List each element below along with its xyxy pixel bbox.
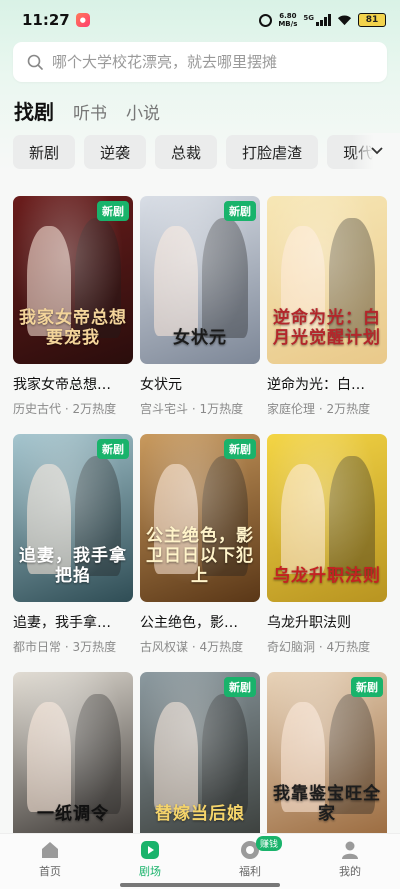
- search-input[interactable]: [52, 53, 372, 71]
- net-speed-value: 6.80: [279, 12, 297, 20]
- nav-welfare[interactable]: 福利 赚钱: [200, 834, 300, 889]
- drama-card[interactable]: 女状元 新剧女状元宫斗宅斗 · 1万热度: [140, 196, 260, 417]
- poster-title-art: 一纸调令: [37, 804, 109, 824]
- status-indicators: 6.80 MB/s 5G 81: [259, 12, 386, 28]
- content-tabs: 找剧 听书 小说: [14, 96, 160, 125]
- network-type: 5G: [303, 14, 314, 22]
- drama-poster[interactable]: 乌龙升职法则: [267, 434, 387, 602]
- app-notification-icon: ●: [75, 13, 90, 27]
- drama-meta: 都市日常 · 3万热度: [13, 640, 117, 654]
- drama-card[interactable]: 逆命为光：白月光觉醒计划逆命为光：白… 家庭伦理 · 2万热度: [267, 196, 387, 417]
- drama-title[interactable]: 公主绝色，影…: [140, 612, 260, 632]
- drama-title[interactable]: 女状元: [140, 374, 260, 394]
- net-speed-unit: MB/s: [278, 20, 298, 28]
- drama-card[interactable]: 我靠鉴宝旺全家 新剧: [267, 672, 387, 856]
- category-chip[interactable]: 新剧: [13, 135, 76, 169]
- drama-meta: 奇幻脑洞 · 4万热度: [267, 640, 371, 654]
- tab-audiobook[interactable]: 听书: [73, 99, 107, 124]
- drama-card[interactable]: 乌龙升职法则 乌龙升职法则奇幻脑洞 · 4万热度: [267, 434, 387, 655]
- drama-card[interactable]: 我家女帝总想要宠我 新剧我家女帝总想… 历史古代 · 2万热度: [13, 196, 133, 417]
- net-speed: 6.80 MB/s: [278, 12, 297, 28]
- nav-label: 剧场: [139, 865, 161, 878]
- alarm-icon: [259, 13, 273, 27]
- drama-meta: 宫斗宅斗 · 1万热度: [140, 402, 244, 416]
- new-drama-badge: 新剧: [97, 201, 129, 221]
- status-time: 11:27: [22, 11, 70, 29]
- nav-theater[interactable]: 剧场: [100, 834, 200, 889]
- nav-home[interactable]: 首页: [0, 834, 100, 889]
- drama-title[interactable]: 追妻，我手拿…: [13, 612, 133, 632]
- poster-title-art: 我靠鉴宝旺全家: [273, 784, 381, 824]
- drama-poster[interactable]: 公主绝色，影卫日日以下犯上 新剧: [140, 434, 260, 602]
- poster-title-art: 女状元: [173, 328, 227, 348]
- drama-card[interactable]: 替嫁当后娘 新剧: [140, 672, 260, 856]
- category-chip[interactable]: 打脸虐渣: [226, 135, 319, 169]
- poster-title-art: 乌龙升职法则: [273, 566, 381, 586]
- new-drama-badge: 新剧: [224, 439, 256, 459]
- drama-poster[interactable]: 逆命为光：白月光觉醒计划: [267, 196, 387, 364]
- cellular-signal-icon: 5G: [303, 14, 331, 26]
- play-icon: [141, 841, 159, 859]
- drama-meta: 历史古代 · 2万热度: [13, 402, 117, 416]
- drama-poster[interactable]: 我家女帝总想要宠我 新剧: [13, 196, 133, 364]
- search-icon: [27, 54, 43, 70]
- drama-title[interactable]: 我家女帝总想…: [13, 374, 133, 394]
- drama-card[interactable]: 公主绝色，影卫日日以下犯上 新剧公主绝色，影… 古风权谋 · 4万热度: [140, 434, 260, 655]
- category-chip[interactable]: 总裁: [155, 135, 218, 169]
- battery-icon: 81: [358, 13, 386, 27]
- new-drama-badge: 新剧: [97, 439, 129, 459]
- wifi-icon: [337, 15, 352, 26]
- tab-novel[interactable]: 小说: [126, 99, 160, 124]
- drama-poster[interactable]: 追妻，我手拿把掐 新剧: [13, 434, 133, 602]
- poster-title-art: 公主绝色，影卫日日以下犯上: [146, 526, 254, 586]
- drama-poster[interactable]: 替嫁当后娘 新剧: [140, 672, 260, 840]
- poster-title-art: 替嫁当后娘: [155, 804, 245, 824]
- user-icon: [342, 841, 358, 859]
- nav-label: 福利: [239, 865, 261, 878]
- drama-card[interactable]: 追妻，我手拿把掐 新剧追妻，我手拿… 都市日常 · 3万热度: [13, 434, 133, 655]
- new-drama-badge: 新剧: [351, 677, 383, 697]
- drama-poster[interactable]: 一纸调令: [13, 672, 133, 840]
- nav-profile[interactable]: 我的: [300, 834, 400, 889]
- drama-poster[interactable]: 我靠鉴宝旺全家 新剧: [267, 672, 387, 840]
- drama-title[interactable]: 乌龙升职法则: [267, 612, 387, 632]
- drama-poster[interactable]: 女状元 新剧: [140, 196, 260, 364]
- new-drama-badge: 新剧: [224, 201, 256, 221]
- tab-find-drama[interactable]: 找剧: [14, 96, 54, 125]
- home-indicator: [120, 883, 280, 887]
- drama-title[interactable]: 逆命为光：白…: [267, 374, 387, 394]
- earn-money-badge: 赚钱: [256, 836, 283, 851]
- category-chip[interactable]: 逆袭: [84, 135, 147, 169]
- drama-meta: 家庭伦理 · 2万热度: [267, 402, 371, 416]
- drama-meta: 古风权谋 · 4万热度: [140, 640, 244, 654]
- status-bar: 11:27 ● 6.80 MB/s 5G 81: [0, 0, 400, 40]
- nav-label: 首页: [39, 865, 61, 878]
- nav-label: 我的: [339, 865, 361, 878]
- drama-card[interactable]: 一纸调令: [13, 672, 133, 856]
- category-filter-row: 新剧 逆袭 总裁 打脸虐渣 现代: [13, 135, 400, 169]
- poster-title-art: 我家女帝总想要宠我: [19, 308, 127, 348]
- new-drama-badge: 新剧: [224, 677, 256, 697]
- home-icon: [42, 842, 58, 858]
- bottom-nav: 首页 剧场 福利 赚钱 我的: [0, 833, 400, 889]
- poster-title-art: 逆命为光：白月光觉醒计划: [273, 308, 381, 348]
- poster-title-art: 追妻，我手拿把掐: [19, 546, 127, 586]
- search-bar[interactable]: [13, 42, 387, 82]
- chevron-down-icon[interactable]: [371, 146, 383, 156]
